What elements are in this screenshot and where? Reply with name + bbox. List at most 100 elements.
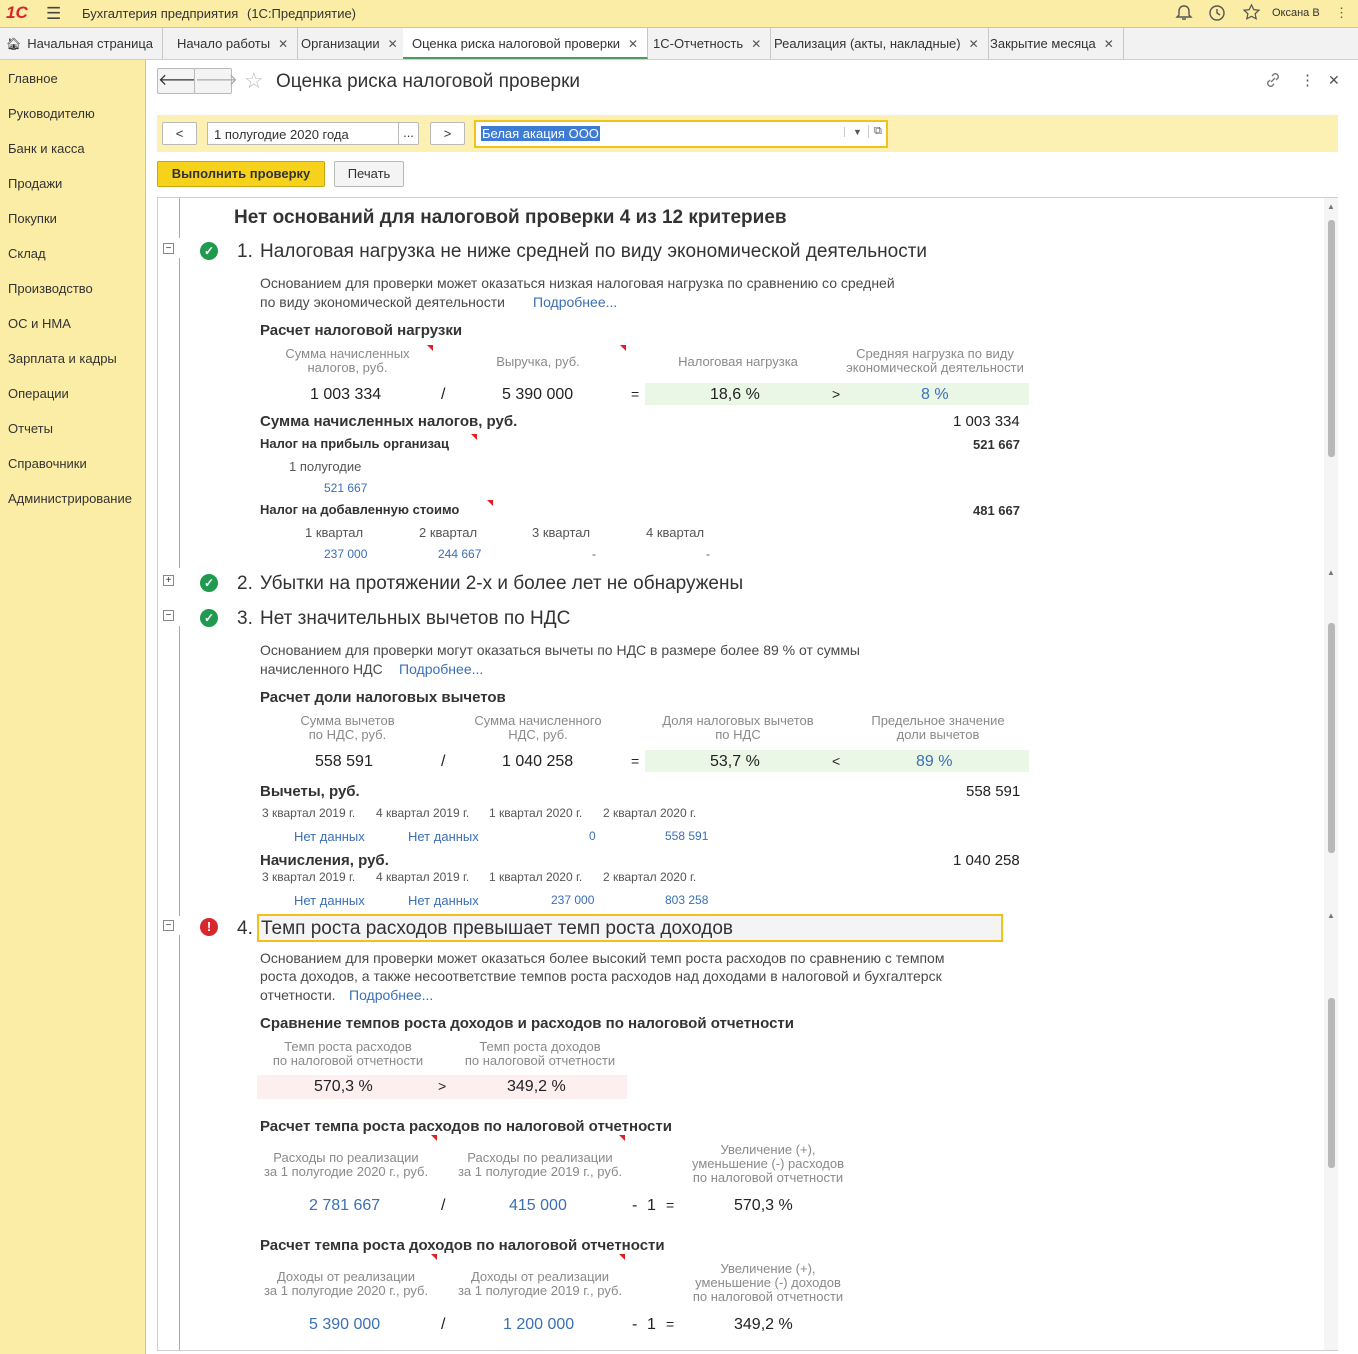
- sidebar-item-fixed-assets[interactable]: ОС и НМА: [8, 316, 71, 331]
- value-link[interactable]: 8 %: [921, 386, 949, 404]
- sidebar-item-manager[interactable]: Руководителю: [8, 106, 95, 121]
- collapse-toggle[interactable]: −: [163, 610, 174, 621]
- operator: /: [441, 1197, 446, 1214]
- more-actions-icon[interactable]: ⋮: [1300, 71, 1315, 89]
- period-value-link[interactable]: 558 591: [665, 829, 708, 843]
- app-platform: (1С:Предприятие): [247, 6, 357, 21]
- value-link[interactable]: 415 000: [509, 1197, 567, 1215]
- tab-home[interactable]: 🏠︎ Начальная страница: [0, 28, 164, 59]
- scroll-thumb[interactable]: [1328, 220, 1335, 457]
- favorites-star-icon[interactable]: [1242, 3, 1261, 22]
- value-link[interactable]: 5 390 000: [309, 1316, 380, 1334]
- period-value-link[interactable]: 0: [589, 829, 596, 843]
- period-select-button[interactable]: ...: [398, 122, 419, 145]
- criterion-4-more-link[interactable]: Подробнее...: [349, 987, 433, 1003]
- sidebar-item-main[interactable]: Главное: [8, 71, 58, 86]
- period-field[interactable]: 1 полугодие 2020 года: [207, 122, 400, 145]
- close-tab-icon[interactable]: ✕: [1104, 37, 1114, 51]
- period-value-link[interactable]: 237 000: [551, 893, 594, 907]
- sidebar-item-warehouse[interactable]: Склад: [8, 246, 46, 261]
- sidebar-item-sales[interactable]: Продажи: [8, 176, 62, 191]
- caption: Расходы по реализации за 1 полугодие 2019…: [457, 1150, 623, 1179]
- scrollbar[interactable]: ▲ ▲ ▲: [1324, 198, 1338, 1350]
- favorite-star-icon[interactable]: ☆: [244, 68, 264, 94]
- organization-field[interactable]: Белая акация ООО ▼ ⧉: [474, 120, 888, 148]
- period-value-link[interactable]: 521 667: [324, 481, 367, 495]
- period-value-link[interactable]: Нет данных: [294, 829, 365, 844]
- criterion-1-more-link[interactable]: Подробнее...: [533, 294, 617, 310]
- close-tab-icon[interactable]: ✕: [969, 37, 979, 51]
- sidebar-item-reports[interactable]: Отчеты: [8, 421, 53, 436]
- value-link[interactable]: 1 200 000: [503, 1316, 574, 1334]
- bell-icon[interactable]: [1175, 4, 1193, 22]
- value-link[interactable]: 89 %: [916, 753, 952, 771]
- window-menu-icon[interactable]: ⋮: [1335, 5, 1348, 21]
- sidebar-item-directories[interactable]: Справочники: [8, 456, 87, 471]
- period-label: 3 квартал 2019 г.: [262, 870, 356, 884]
- close-tab-icon[interactable]: ✕: [751, 37, 761, 51]
- check-ok-icon: ✓: [200, 574, 218, 592]
- criterion-3-more-link[interactable]: Подробнее...: [399, 661, 483, 677]
- close-tab-icon[interactable]: ✕: [278, 37, 288, 51]
- tab-sales[interactable]: Реализация (акты, накладные) ✕: [765, 28, 989, 59]
- caption: Темп роста расходов по налоговой отчетнос…: [272, 1039, 424, 1068]
- scroll-up-icon[interactable]: ▲: [1327, 911, 1335, 920]
- dropdown-arrow-icon[interactable]: ▼: [844, 127, 862, 137]
- link-icon[interactable]: [1265, 72, 1281, 88]
- sidebar-item-administration[interactable]: Администрирование: [8, 491, 132, 506]
- value: 570,3 %: [314, 1078, 373, 1095]
- criterion-4-title-box[interactable]: Темп роста расходов превышает темп роста…: [257, 914, 1003, 942]
- profit-tax-value: 521 667: [973, 437, 1020, 452]
- quarter-value-link[interactable]: 237 000: [324, 547, 367, 561]
- period-next-button[interactable]: >: [430, 122, 465, 145]
- value: 53,7 %: [710, 753, 760, 770]
- operator: >: [438, 1078, 447, 1094]
- tab-label: Закрытие месяца: [990, 36, 1096, 51]
- forward-button[interactable]: 🡒: [194, 68, 238, 94]
- back-button[interactable]: 🡐: [157, 68, 201, 94]
- tab-label: 1С-Отчетность: [653, 36, 744, 51]
- period-label: 1 полугодие: [289, 459, 362, 474]
- period-value-link[interactable]: Нет данных: [294, 893, 365, 908]
- collapse-toggle[interactable]: −: [163, 920, 174, 931]
- scroll-up-icon[interactable]: ▲: [1327, 202, 1335, 211]
- period-prev-button[interactable]: <: [162, 122, 197, 145]
- value: 18,6 %: [710, 386, 760, 403]
- caption: Темп роста доходов по налоговой отчетност…: [464, 1039, 616, 1068]
- hamburger-menu-icon[interactable]: ☰: [46, 4, 61, 24]
- close-icon[interactable]: ✕: [1328, 72, 1340, 89]
- sidebar-item-bank[interactable]: Банк и касса: [8, 141, 85, 156]
- close-tab-icon[interactable]: ✕: [628, 37, 638, 51]
- scroll-thumb[interactable]: [1328, 998, 1335, 1168]
- tab-organizations[interactable]: Организации ✕: [292, 28, 408, 59]
- open-organization-icon[interactable]: ⧉: [868, 125, 882, 138]
- period-label: 4 квартал 2019 г.: [376, 806, 470, 820]
- history-icon[interactable]: [1208, 4, 1226, 22]
- caption: Доходы от реализации за 1 полугодие 2020 …: [263, 1269, 429, 1298]
- print-button[interactable]: Печать: [334, 161, 404, 187]
- tab-risk-assessment[interactable]: Оценка риска налоговой проверки ✕: [403, 28, 649, 59]
- run-check-button[interactable]: Выполнить проверку: [157, 161, 325, 187]
- caption: Предельное значение доли вычетов: [871, 713, 1005, 742]
- close-tab-icon[interactable]: ✕: [388, 37, 398, 51]
- sidebar-item-payroll[interactable]: Зарплата и кадры: [8, 351, 117, 366]
- expand-toggle[interactable]: +: [163, 575, 174, 586]
- scroll-thumb[interactable]: [1328, 623, 1335, 853]
- quarter-value-link[interactable]: 244 667: [438, 547, 481, 561]
- collapse-toggle[interactable]: −: [163, 243, 174, 254]
- sidebar-item-production[interactable]: Производство: [8, 281, 93, 296]
- scroll-up-icon[interactable]: ▲: [1327, 568, 1335, 577]
- app-logo[interactable]: 1С: [6, 3, 28, 23]
- sidebar-item-purchases[interactable]: Покупки: [8, 211, 57, 226]
- period-value-link[interactable]: Нет данных: [408, 829, 479, 844]
- tree-line: [179, 935, 180, 1350]
- user-name[interactable]: Оксана В: [1272, 7, 1320, 19]
- tab-reporting[interactable]: 1С-Отчетность ✕: [644, 28, 772, 59]
- value-link[interactable]: 2 781 667: [309, 1197, 380, 1215]
- tab-month-close[interactable]: Закрытие месяца ✕: [981, 28, 1124, 59]
- sidebar-item-operations[interactable]: Операции: [8, 386, 69, 401]
- note-marker: [427, 345, 433, 351]
- period-value-link[interactable]: 803 258: [665, 893, 708, 907]
- period-value-link[interactable]: Нет данных: [408, 893, 479, 908]
- tab-start[interactable]: Начало работы ✕: [168, 28, 299, 59]
